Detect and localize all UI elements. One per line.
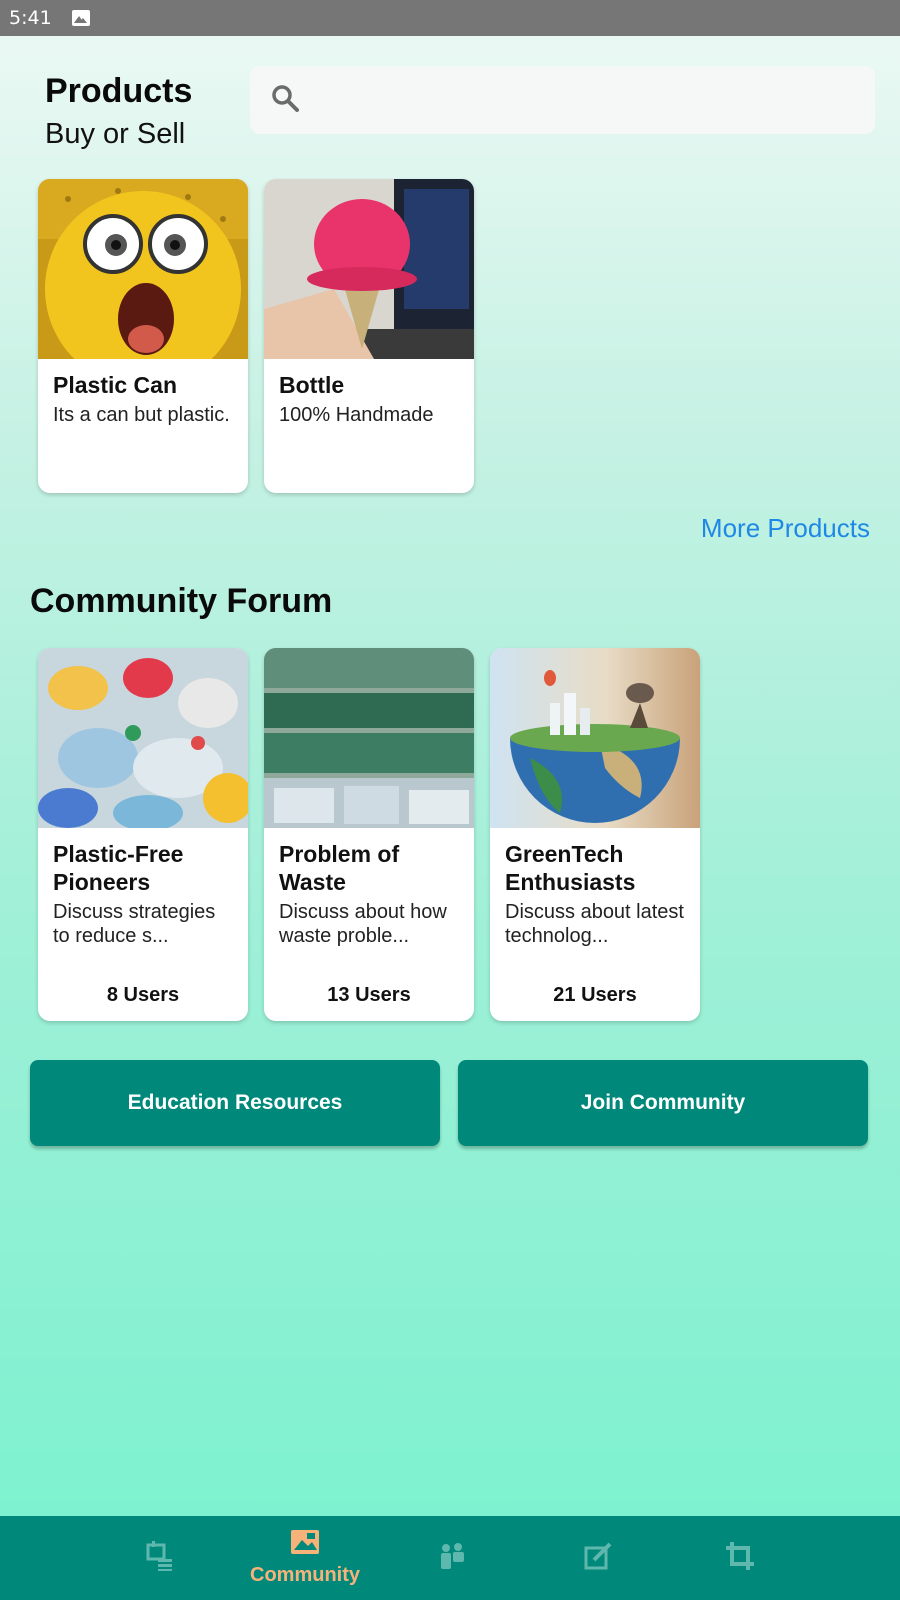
join-community-button[interactable]: Join Community <box>458 1060 868 1146</box>
product-card[interactable]: Plastic Can Its a can but plastic. <box>38 179 248 493</box>
product-image <box>38 179 248 359</box>
education-resources-button[interactable]: Education Resources <box>30 1060 440 1146</box>
nav-item-schedule[interactable] <box>140 1516 180 1600</box>
forum-user-count: 8 Users <box>106 984 180 1006</box>
forum-card[interactable]: Problem of Waste Discuss about how waste… <box>264 648 474 1021</box>
forum-user-count: 21 Users <box>553 984 637 1006</box>
search-icon[interactable] <box>270 83 300 118</box>
search-bar[interactable] <box>250 66 875 134</box>
product-card[interactable]: Bottle 100% Handmade <box>264 179 474 493</box>
forum-description: Discuss about how waste proble... <box>279 901 447 947</box>
page-title: Products <box>45 72 193 110</box>
nav-item-crop[interactable] <box>720 1516 760 1600</box>
page-subtitle: Buy or Sell <box>45 118 186 150</box>
product-title: Bottle <box>279 372 345 398</box>
forum-image <box>490 648 700 828</box>
forum-title: Plastic-Free Pioneers <box>53 841 184 895</box>
calendar-list-icon <box>146 1540 174 1576</box>
crop-icon <box>726 1541 754 1575</box>
forum-card[interactable]: GreenTech Enthusiasts Discuss about late… <box>490 648 700 1021</box>
status-bar: 5:41 <box>0 0 900 36</box>
forum-title: Problem of Waste <box>279 841 400 895</box>
product-image <box>264 179 474 359</box>
bottom-navigation: Community <box>0 1516 900 1600</box>
forum-image <box>38 648 248 828</box>
nav-item-groups[interactable] <box>432 1516 472 1600</box>
image-icon <box>71 10 90 26</box>
status-time: 5:41 <box>9 7 52 29</box>
forum-card[interactable]: Plastic-Free Pioneers Discuss strategies… <box>38 648 248 1021</box>
edit-icon <box>584 1542 612 1575</box>
product-description: 100% Handmade <box>279 404 434 426</box>
nav-item-community[interactable]: Community <box>240 1516 370 1600</box>
product-description: Its a can but plastic. <box>53 404 230 426</box>
community-forum-title: Community Forum <box>30 582 333 620</box>
forum-description: Discuss strategies to reduce s... <box>53 901 216 947</box>
more-products-link[interactable]: More Products <box>701 513 870 544</box>
image-icon <box>290 1529 320 1560</box>
nav-item-post[interactable] <box>578 1516 618 1600</box>
forum-title: GreenTech Enthusiasts <box>505 841 636 895</box>
nav-label-community: Community <box>250 1564 360 1586</box>
forum-image <box>264 648 474 828</box>
forum-description: Discuss about latest technolog... <box>505 901 684 947</box>
search-input[interactable] <box>314 66 875 134</box>
product-title: Plastic Can <box>53 372 177 398</box>
people-icon <box>437 1542 467 1575</box>
forum-user-count: 13 Users <box>327 984 411 1006</box>
